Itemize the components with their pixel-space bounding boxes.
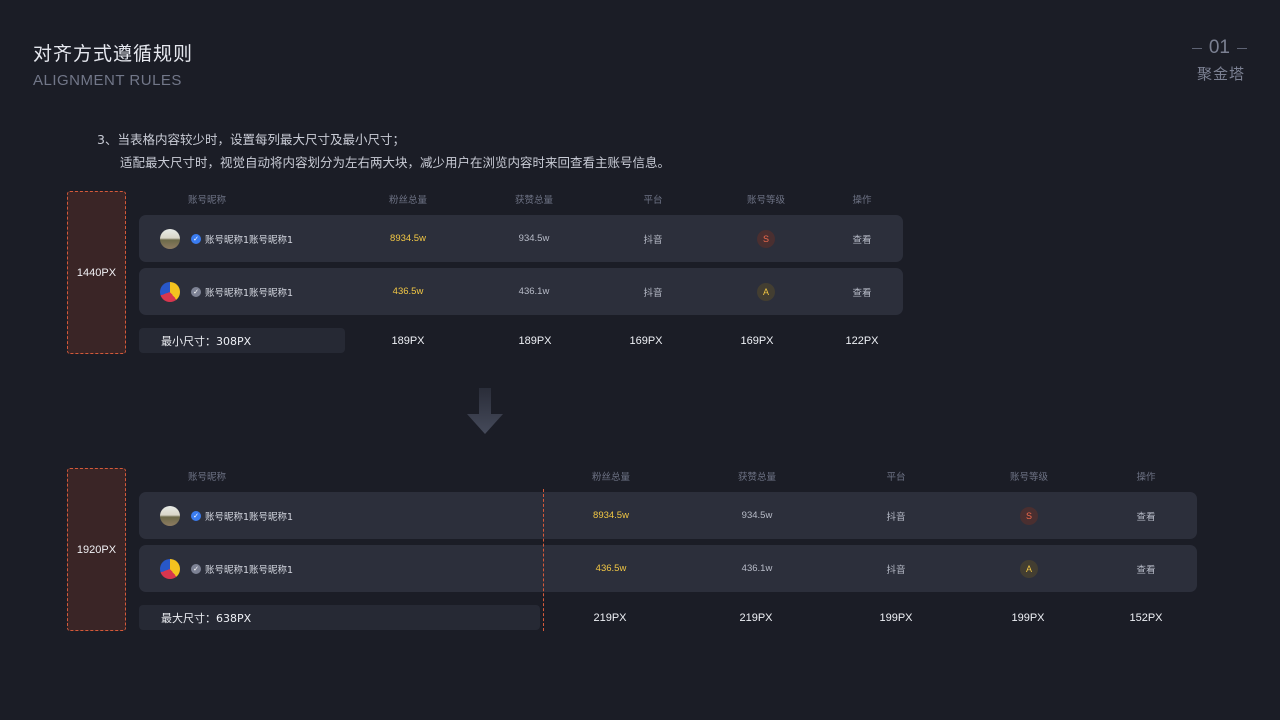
col-header-name: 账号昵称 (188, 472, 227, 483)
table-row[interactable]: ✓ 账号昵称1账号昵称1 8934.5w 934.5w 抖音 S 查看 (139, 492, 1197, 539)
col-size-platform: 169PX (629, 335, 663, 347)
account-name: 账号昵称1账号昵称1 (205, 511, 294, 523)
level-badge: S (757, 229, 775, 248)
col-header-platform: 平台 (886, 472, 906, 483)
account-name: 账号昵称1账号昵称1 (205, 234, 294, 246)
size-indicator-1920: 1920PX (67, 468, 126, 631)
col-size-platform: 199PX (879, 612, 913, 624)
col-header-name: 账号昵称 (188, 195, 227, 206)
verified-check-icon: ✓ (191, 510, 201, 521)
account-name: 账号昵称1账号昵称1 (205, 564, 294, 576)
col-size-level: 169PX (740, 335, 774, 347)
platform: 抖音 (643, 234, 663, 246)
view-link[interactable]: 查看 (1136, 492, 1155, 539)
col-size-action: 122PX (845, 335, 879, 347)
verified-check-icon: ✓ (191, 233, 201, 244)
min-size-label: 最小尺寸：308PX (139, 328, 345, 353)
platform: 抖音 (643, 287, 663, 299)
verified-check-icon: ✓ (191, 286, 201, 297)
page-number-value: 01 (1208, 37, 1230, 58)
platform: 抖音 (886, 511, 906, 523)
description: 3、当表格内容较少时，设置每列最大尺寸及最小尺寸； 适配最大尺寸时，视觉自动将内… (97, 128, 670, 174)
account-name: 账号昵称1账号昵称1 (205, 287, 294, 299)
level-badge: A (1020, 559, 1038, 578)
dash-right (1237, 47, 1247, 49)
description-line-2: 适配最大尺寸时，视觉自动将内容划分为左右两大块，减少用户在浏览内容时来回查看主账… (120, 155, 671, 170)
view-link[interactable]: 查看 (852, 215, 871, 262)
page-title: 对齐方式遵循规则 (33, 43, 194, 65)
level-badge: S (1020, 506, 1038, 525)
account-cell: ✓ 账号昵称1账号昵称1 (160, 492, 293, 539)
table-row[interactable]: ✓ 账号昵称1账号昵称1 8934.5w 934.5w 抖音 S 查看 (139, 215, 903, 262)
avatar (160, 281, 180, 302)
page-number: 01 (1191, 37, 1247, 59)
down-arrow-icon (467, 388, 503, 434)
account-cell: ✓ 账号昵称1账号昵称1 (160, 268, 293, 315)
account-cell: ✓ 账号昵称1账号昵称1 (160, 215, 293, 262)
level-cell: S (757, 215, 775, 262)
col-header-action: 操作 (1136, 472, 1156, 483)
level-cell: S (1020, 492, 1038, 539)
likes-total: 436.1w (741, 563, 773, 574)
likes-total: 934.5w (741, 510, 773, 521)
avatar (160, 505, 180, 526)
max-size-label: 最大尺寸：638PX (139, 605, 540, 630)
description-line-1: 3、当表格内容较少时，设置每列最大尺寸及最小尺寸； (97, 132, 405, 147)
level-cell: A (757, 268, 775, 315)
col-header-fans: 粉丝总量 (591, 472, 631, 483)
account-cell: ✓ 账号昵称1账号昵称1 (160, 545, 293, 592)
split-divider (543, 489, 544, 631)
avatar (160, 228, 180, 249)
view-link[interactable]: 查看 (1136, 545, 1155, 592)
platform: 抖音 (886, 564, 906, 576)
col-header-level: 账号等级 (1009, 472, 1049, 483)
page-subtitle: ALIGNMENT RULES (33, 72, 182, 89)
col-size-level: 199PX (1011, 612, 1045, 624)
level-cell: A (1020, 545, 1038, 592)
fans-total: 436.5w (392, 286, 424, 297)
fans-total: 8934.5w (390, 233, 426, 244)
view-link[interactable]: 查看 (852, 268, 871, 315)
likes-total: 934.5w (518, 233, 550, 244)
col-header-platform: 平台 (643, 195, 663, 206)
table-row[interactable]: ✓ 账号昵称1账号昵称1 436.5w 436.1w 抖音 A 查看 (139, 268, 903, 315)
col-header-action: 操作 (852, 195, 872, 206)
col-size-likes: 219PX (739, 612, 773, 624)
fans-total: 436.5w (595, 563, 627, 574)
brand-name: 聚金塔 (1196, 65, 1245, 83)
col-size-fans: 219PX (593, 612, 627, 624)
level-badge: A (757, 282, 775, 301)
col-header-likes: 获赞总量 (514, 195, 554, 206)
likes-total: 436.1w (518, 286, 550, 297)
fans-total: 8934.5w (593, 510, 629, 521)
col-size-action: 152PX (1129, 612, 1163, 624)
col-header-fans: 粉丝总量 (388, 195, 428, 206)
col-size-fans: 189PX (391, 335, 425, 347)
size-indicator-1440: 1440PX (67, 191, 126, 354)
verified-check-icon: ✓ (191, 563, 201, 574)
col-size-likes: 189PX (518, 335, 552, 347)
dash-left (1191, 47, 1202, 49)
avatar (160, 558, 180, 579)
table-row[interactable]: ✓ 账号昵称1账号昵称1 436.5w 436.1w 抖音 A 查看 (139, 545, 1197, 592)
col-header-likes: 获赞总量 (737, 472, 777, 483)
col-header-level: 账号等级 (746, 195, 786, 206)
